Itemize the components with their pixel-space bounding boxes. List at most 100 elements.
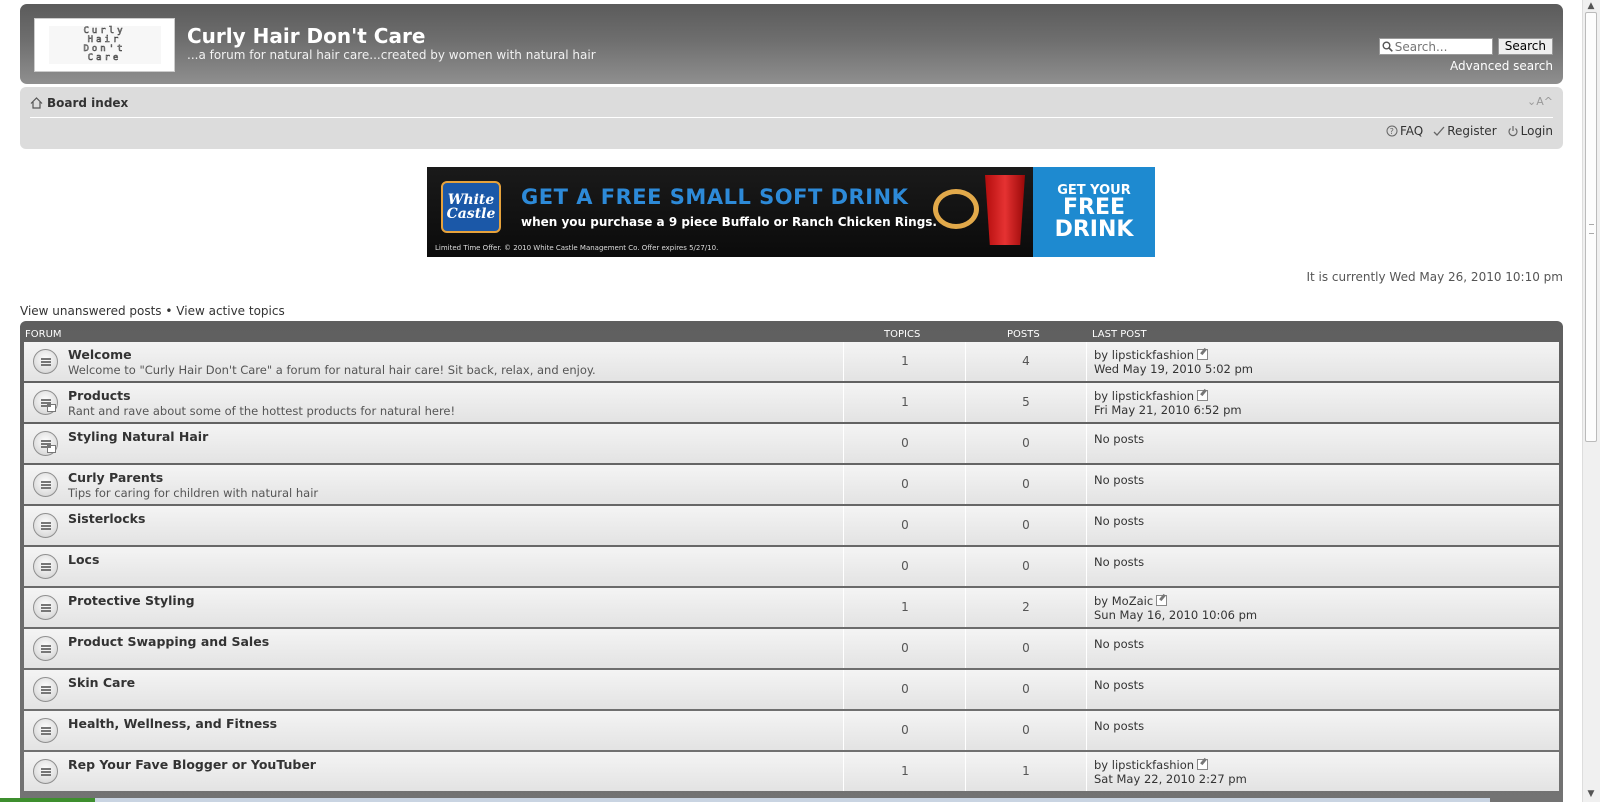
forum-read-icon <box>33 390 58 415</box>
last-post-author: by lipstickfashion <box>1094 758 1209 772</box>
last-post-cell: No posts <box>1088 629 1548 668</box>
last-post-author: by MoZaic <box>1094 594 1168 608</box>
forum-title-link[interactable]: Product Swapping and Sales <box>68 634 269 649</box>
topics-count: 0 <box>845 670 966 709</box>
forum-row: Skin Care 0 0 No posts <box>24 670 1559 709</box>
soft-drink-cup-image <box>985 175 1025 245</box>
view-latest-post-icon[interactable] <box>1197 759 1209 770</box>
last-post-author: by lipstickfashion <box>1094 389 1209 403</box>
site-logo[interactable]: Curly Hair Don't Care <box>34 18 175 72</box>
forum-title-link[interactable]: Styling Natural Hair <box>68 429 208 444</box>
forum-cell: Protective Styling <box>24 588 844 627</box>
header-forum: FORUM <box>25 329 62 340</box>
forum-cell: Rep Your Fave Blogger or YouTuber <box>24 752 844 791</box>
unanswered-posts-link[interactable]: View unanswered posts <box>20 304 162 318</box>
forum-cell: Welcome Welcome to "Curly Hair Don't Care… <box>24 342 844 381</box>
last-post-cell: No posts <box>1088 547 1548 586</box>
last-post-author-text[interactable]: by MoZaic <box>1094 594 1153 608</box>
forum-title-link[interactable]: Welcome <box>68 347 132 362</box>
faq-icon: ? <box>1386 125 1398 137</box>
last-post-none: No posts <box>1094 473 1145 487</box>
posts-count: 2 <box>966 588 1087 627</box>
forum-icon-lines <box>41 645 51 653</box>
forum-read-icon <box>33 636 58 661</box>
site-description: ...a forum for natural hair care...creat… <box>187 48 596 62</box>
start-button[interactable] <box>0 798 95 802</box>
login-link[interactable]: Login <box>1507 124 1553 138</box>
view-latest-post-icon[interactable] <box>1197 349 1209 360</box>
page: Curly Hair Don't Care Curly Hair Don't C… <box>20 4 1563 149</box>
cta-line-2: FREE <box>1062 194 1126 220</box>
topics-count: 0 <box>845 629 966 668</box>
active-topics-link[interactable]: View active topics <box>176 304 284 318</box>
last-post-cell: by MoZaic Sun May 16, 2010 10:06 pm <box>1088 588 1548 627</box>
last-post-none: No posts <box>1094 678 1145 692</box>
forum-title-link[interactable]: Curly Parents <box>68 470 163 485</box>
last-post-cell: No posts <box>1088 424 1548 463</box>
last-post-author-text[interactable]: by lipstickfashion <box>1094 758 1194 772</box>
topics-count: 1 <box>845 752 966 791</box>
forum-cell: Skin Care <box>24 670 844 709</box>
scroll-down-arrow[interactable]: ▼ <box>1585 788 1597 800</box>
last-post-author: by lipstickfashion <box>1094 348 1209 362</box>
breadcrumb: Board index <box>30 96 128 110</box>
vertical-scrollbar[interactable]: ▲ ▼ <box>1582 0 1600 802</box>
search-button[interactable]: Search <box>1497 38 1553 55</box>
forum-title-link[interactable]: Locs <box>68 552 99 567</box>
view-latest-post-icon[interactable] <box>1197 390 1209 401</box>
topics-count: 1 <box>845 383 966 422</box>
forum-title-link[interactable]: Skin Care <box>68 675 135 690</box>
font-size-controls[interactable]: ⌄A^ <box>1527 95 1553 108</box>
forum-icon-lines <box>41 358 51 366</box>
last-post-author-text[interactable]: by lipstickfashion <box>1094 389 1194 403</box>
forum-icon-lines <box>41 604 51 612</box>
forum-icon-lines <box>41 768 51 776</box>
forum-icon-lines <box>41 727 51 735</box>
forum-read-icon <box>33 677 58 702</box>
banner-subline: when you purchase a 9 piece Buffalo or R… <box>521 215 937 229</box>
forum-title-link[interactable]: Sisterlocks <box>68 511 145 526</box>
forum-icon-lines <box>41 563 51 571</box>
last-post-author-text[interactable]: by lipstickfashion <box>1094 348 1194 362</box>
advertisement-banner[interactable]: White Castle GET A FREE SMALL SOFT DRINK… <box>427 167 1155 257</box>
scroll-up-arrow[interactable]: ▲ <box>1585 0 1597 12</box>
board-index-link[interactable]: Board index <box>47 96 128 110</box>
forum-title-link[interactable]: Products <box>68 388 131 403</box>
faq-link[interactable]: ? FAQ <box>1386 124 1423 138</box>
forum-icon-lines <box>41 440 51 448</box>
forum-rows: Welcome Welcome to "Curly Hair Don't Care… <box>24 342 1559 793</box>
header-topics: TOPICS <box>884 329 921 340</box>
forum-icon-lines <box>41 481 51 489</box>
last-post-none: No posts <box>1094 514 1145 528</box>
taskbar <box>0 798 1490 802</box>
forum-row: Styling Natural Hair 0 0 No posts <box>24 424 1559 463</box>
advanced-search-link[interactable]: Advanced search <box>1450 59 1553 73</box>
forum-read-icon <box>33 595 58 620</box>
banner-cta: GET YOUR FREE DRINK <box>1033 167 1155 257</box>
search-field[interactable] <box>1378 38 1493 55</box>
forum-read-icon <box>33 431 58 456</box>
site-title[interactable]: Curly Hair Don't Care <box>187 24 425 48</box>
forum-row: Health, Wellness, and Fitness 0 0 No posts <box>24 711 1559 750</box>
forum-read-icon <box>33 513 58 538</box>
forum-title-link[interactable]: Rep Your Fave Blogger or YouTuber <box>68 757 316 772</box>
forum-icon-lines <box>41 686 51 694</box>
forum-row: Curly Parents Tips for caring for childre… <box>24 465 1559 504</box>
forum-description: Welcome to "Curly Hair Don't Care" a for… <box>68 363 596 377</box>
forum-title-link[interactable]: Health, Wellness, and Fitness <box>68 716 277 731</box>
scrollbar-grip <box>1589 224 1594 234</box>
posts-count: 0 <box>966 506 1087 545</box>
register-link[interactable]: Register <box>1433 124 1497 138</box>
scrollbar-thumb[interactable] <box>1585 12 1597 442</box>
cta-line-3: DRINK <box>1054 216 1134 242</box>
last-post-date: Fri May 21, 2010 6:52 pm <box>1094 403 1242 417</box>
forum-row: Products Rant and rave about some of the … <box>24 383 1559 422</box>
posts-count: 4 <box>966 342 1087 381</box>
posts-count: 5 <box>966 383 1087 422</box>
search-input[interactable] <box>1392 39 1487 54</box>
search-icon <box>1382 41 1393 52</box>
forum-title-link[interactable]: Protective Styling <box>68 593 195 608</box>
banner-fine-print: Limited Time Offer. © 2010 White Castle … <box>435 244 719 252</box>
view-latest-post-icon[interactable] <box>1156 595 1168 606</box>
forum-icon-lines <box>41 522 51 530</box>
